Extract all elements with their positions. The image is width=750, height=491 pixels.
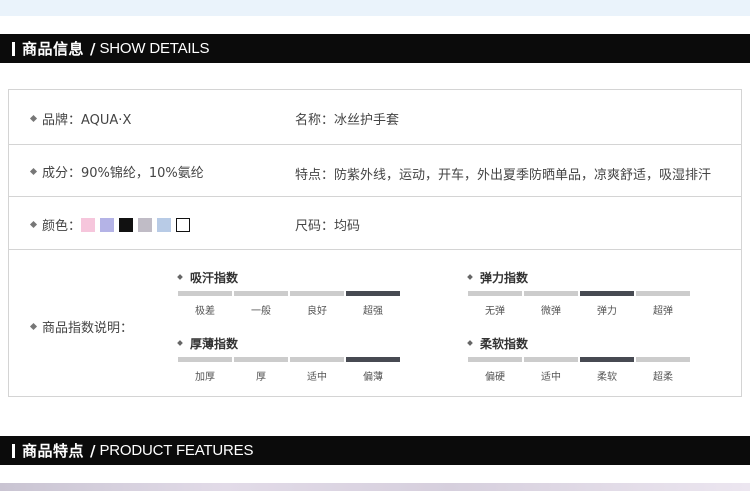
- product-details-table: 品牌：AQUA·X 名称：冰丝护手套 成分：90%锦纶，10%氨纶 特点：防紫外…: [8, 89, 742, 397]
- section-title-slash: /: [90, 441, 96, 460]
- bullet-icon: [177, 340, 183, 346]
- features-field: 特点：防紫外线，运动，开车，外出夏季防晒单品，凉爽舒适，吸湿排汗: [295, 164, 711, 183]
- index-segment: [524, 291, 578, 296]
- brand-text: 品牌：AQUA·X: [42, 113, 132, 128]
- index-segment: [290, 357, 344, 362]
- section-marker-icon: [12, 41, 15, 56]
- section-title-en: PRODUCT FEATURES: [99, 442, 254, 459]
- index-labels: 无弹 微弹 弹力 超弹: [468, 302, 690, 317]
- bullet-icon: [29, 220, 38, 229]
- index-level-label: 一般: [251, 306, 271, 317]
- index-title: 柔软指数: [467, 335, 529, 351]
- index-track: [178, 291, 400, 296]
- index-level-label: 极差: [195, 306, 215, 317]
- index-elasticity: 弹力指数无弹 微弹 弹力 超弹: [467, 269, 690, 317]
- index-level-label: 适中: [307, 372, 327, 383]
- index-label-field: 商品指数说明：: [29, 317, 134, 336]
- bullet-icon: [467, 274, 473, 280]
- composition-field: 成分：90%锦纶，10%氨纶: [29, 162, 204, 181]
- index-label-text: 商品指数说明：: [42, 321, 134, 336]
- index-labels: 偏硬 适中 柔软 超柔: [468, 368, 690, 383]
- feature-image-strip: [0, 483, 750, 491]
- details-row-indices: 商品指数说明： 吸汗指数极差 一般 良好 超强 弹力指数无弹 微弹 弹力 超弹 厚薄指数加厚…: [9, 250, 741, 396]
- name-text: 名称：冰丝护手套: [295, 113, 400, 128]
- index-level-label: 柔软: [597, 372, 617, 383]
- bullet-icon: [29, 114, 38, 123]
- bullet-icon: [29, 167, 38, 176]
- section-marker-icon: [12, 443, 15, 458]
- features-text: 特点：防紫外线，运动，开车，外出夏季防晒单品，凉爽舒适，吸湿排汗: [295, 168, 712, 183]
- section-title-cn: 商品信息: [22, 40, 85, 58]
- index-segment: [178, 357, 232, 362]
- size-text: 尺码：均码: [295, 219, 361, 234]
- index-labels: 极差 一般 良好 超强: [178, 302, 400, 317]
- index-segment: [468, 357, 522, 362]
- index-title: 弹力指数: [467, 269, 529, 285]
- details-row-color: 颜色： 尺码：均码: [9, 197, 741, 250]
- color-swatch[interactable]: [119, 217, 134, 232]
- brand-field: 品牌：AQUA·X: [29, 109, 132, 128]
- color-swatch[interactable]: [176, 217, 191, 232]
- index-title: 吸汗指数: [177, 269, 239, 285]
- index-level-label: 超弹: [653, 306, 673, 317]
- bullet-icon: [29, 322, 38, 331]
- name-field: 名称：冰丝护手套: [295, 109, 399, 128]
- index-segment-selected: [346, 357, 400, 362]
- index-title-text: 吸汗指数: [190, 270, 239, 285]
- color-swatch[interactable]: [138, 217, 153, 232]
- index-thickness: 厚薄指数加厚 厚 适中 偏薄: [177, 335, 400, 383]
- index-segment: [468, 291, 522, 296]
- index-softness: 柔软指数偏硬 适中 柔软 超柔: [467, 335, 690, 383]
- index-segment: [636, 291, 690, 296]
- index-level-label: 超强: [363, 306, 383, 317]
- index-segment: [178, 291, 232, 296]
- index-level-label: 弹力: [597, 306, 617, 317]
- index-level-label: 微弹: [541, 306, 561, 317]
- index-labels: 加厚 厚 适中 偏薄: [178, 368, 400, 383]
- index-title-text: 厚薄指数: [190, 336, 239, 351]
- color-label: 颜色：: [42, 219, 82, 234]
- index-level-label: 偏薄: [363, 372, 383, 383]
- index-track: [178, 357, 400, 362]
- index-sweat: 吸汗指数极差 一般 良好 超强: [177, 269, 400, 317]
- color-field: 颜色：: [29, 215, 195, 234]
- bullet-icon: [177, 274, 183, 280]
- bullet-icon: [467, 340, 473, 346]
- color-swatch[interactable]: [157, 217, 172, 232]
- color-swatch-list: [81, 217, 195, 232]
- index-segment: [636, 357, 690, 362]
- index-track: [468, 357, 690, 362]
- index-title-text: 柔软指数: [480, 336, 529, 351]
- details-row-brand: 品牌：AQUA·X 名称：冰丝护手套: [9, 90, 741, 145]
- index-level-label: 无弹: [485, 306, 505, 317]
- index-segment: [234, 291, 288, 296]
- index-track: [468, 291, 690, 296]
- index-level-label: 偏硬: [485, 372, 505, 383]
- index-level-label: 超柔: [653, 372, 673, 383]
- index-segment-selected: [580, 291, 634, 296]
- index-level-label: 厚: [256, 372, 266, 383]
- composition-text: 成分：90%锦纶，10%氨纶: [42, 166, 204, 181]
- index-segment-selected: [580, 357, 634, 362]
- index-title: 厚薄指数: [177, 335, 239, 351]
- index-level-label: 适中: [541, 372, 561, 383]
- index-segment: [234, 357, 288, 362]
- section-title-en: SHOW DETAILS: [99, 40, 210, 57]
- color-swatch[interactable]: [100, 217, 115, 232]
- section-header-details: 商品信息 / SHOW DETAILS: [0, 34, 750, 63]
- color-swatch[interactable]: [81, 217, 96, 232]
- index-segment: [290, 291, 344, 296]
- section-title-slash: /: [90, 39, 96, 58]
- size-field: 尺码：均码: [295, 215, 360, 234]
- section-title-cn: 商品特点: [22, 442, 85, 460]
- index-segment: [524, 357, 578, 362]
- index-level-label: 加厚: [195, 372, 215, 383]
- details-row-composition: 成分：90%锦纶，10%氨纶 特点：防紫外线，运动，开车，外出夏季防晒单品，凉爽…: [9, 145, 741, 197]
- index-title-text: 弹力指数: [480, 270, 529, 285]
- index-segment-selected: [346, 291, 400, 296]
- top-banner-strip: [0, 0, 750, 16]
- section-header-features: 商品特点 / PRODUCT FEATURES: [0, 436, 750, 465]
- index-level-label: 良好: [307, 306, 327, 317]
